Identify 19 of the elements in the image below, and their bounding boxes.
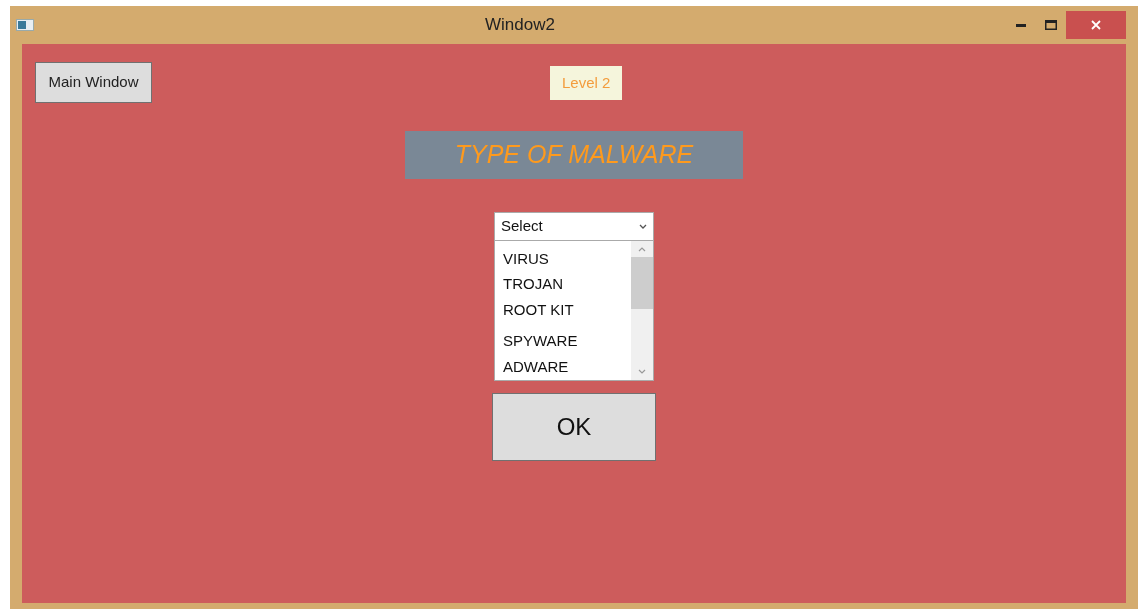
ok-button[interactable]: OK (492, 393, 656, 461)
list-item[interactable]: SPYWARE (503, 328, 631, 355)
malware-heading: TYPE OF MALWARE (405, 131, 743, 179)
list-item[interactable]: VIRUS (503, 246, 631, 272)
close-button[interactable] (1066, 11, 1126, 39)
chevron-down-icon (639, 223, 647, 230)
app-icon (16, 19, 34, 31)
maximize-icon (1045, 20, 1057, 30)
window-title: Window2 (484, 14, 556, 37)
minimize-icon (1016, 23, 1026, 27)
list-item[interactable]: ROOT KIT (503, 297, 631, 324)
list-item[interactable]: ADWARE (503, 354, 631, 380)
close-icon (1091, 20, 1101, 30)
select-dropdown[interactable]: Select (494, 212, 654, 241)
main-window-button[interactable]: Main Window (35, 62, 152, 103)
scrollbar[interactable] (631, 241, 653, 380)
level-label: Level 2 (550, 66, 623, 100)
list-item[interactable]: TROJAN (503, 271, 631, 298)
scrollbar-thumb[interactable] (631, 257, 653, 309)
